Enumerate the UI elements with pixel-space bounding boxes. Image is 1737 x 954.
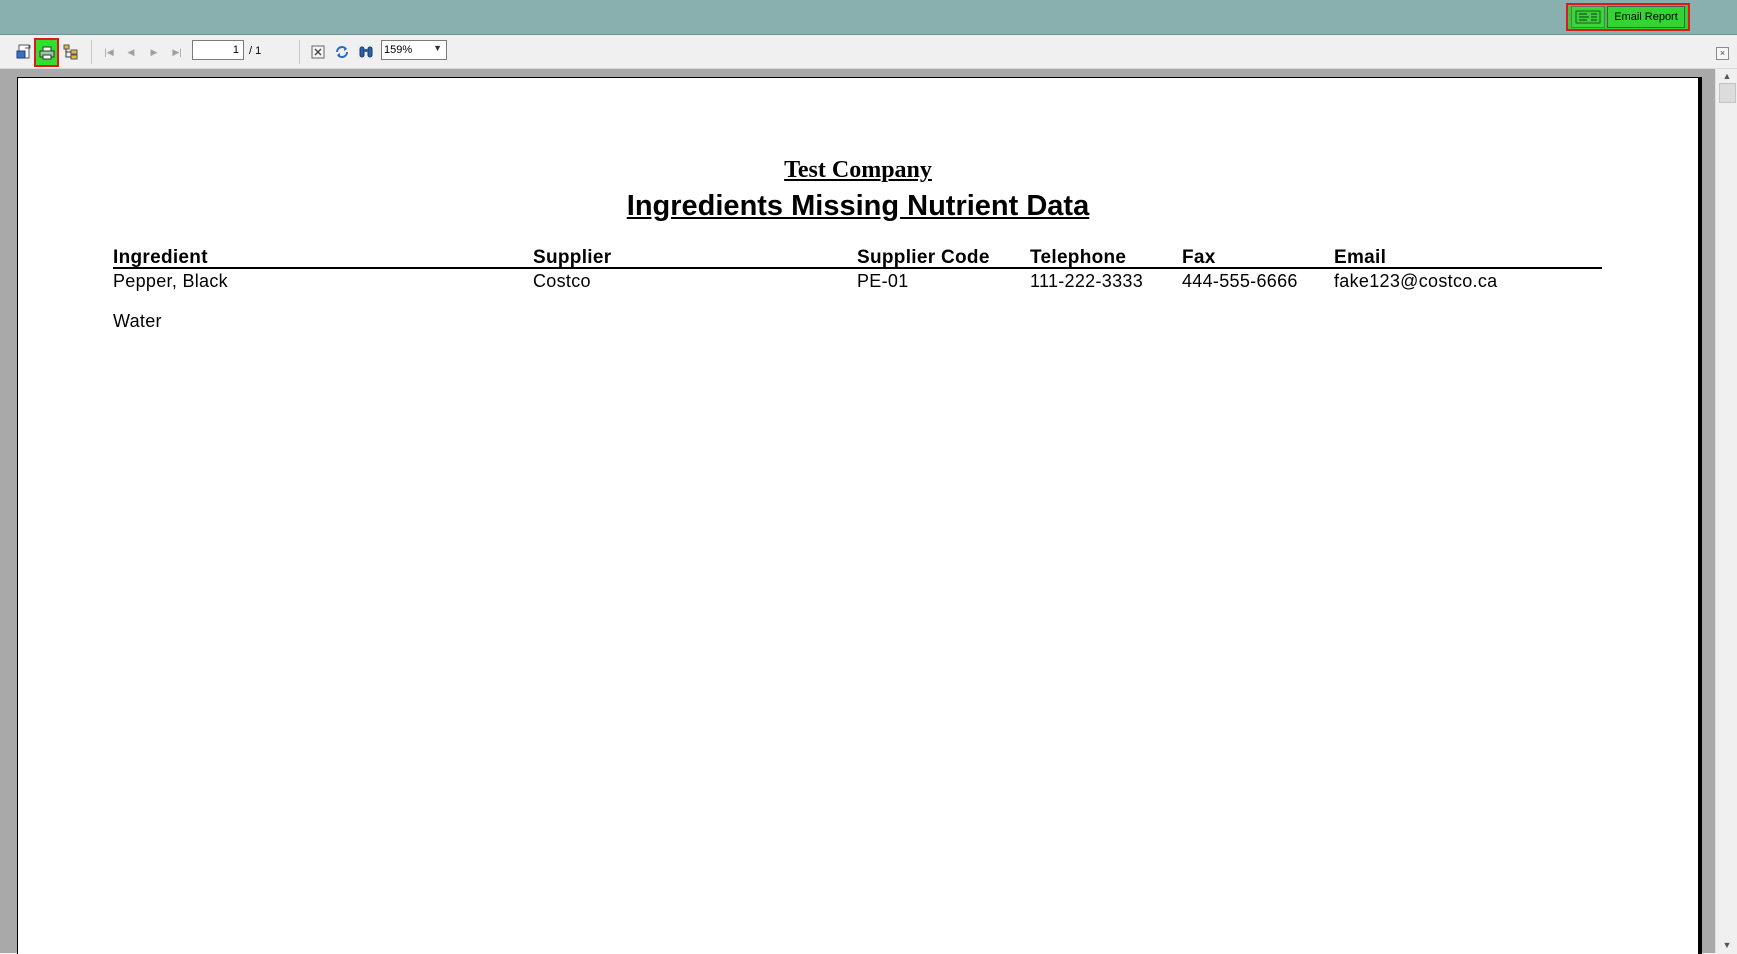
toolbar-separator (91, 40, 92, 64)
cell-ingredient: Water (113, 311, 162, 331)
column-header-email: Email (1334, 247, 1387, 268)
cell-supplier-code: PE-01 (857, 271, 909, 291)
zoom-select[interactable]: 159% ▼ (381, 40, 447, 60)
column-header-fax: Fax (1182, 247, 1216, 268)
report-viewer: Test Company Ingredients Missing Nutrien… (0, 69, 1715, 954)
scrollbar-thumb[interactable] (1719, 83, 1736, 103)
email-report-button[interactable]: Email Report (1607, 6, 1685, 28)
email-report-group: Email Report (1566, 3, 1690, 31)
binoculars-icon[interactable] (356, 42, 376, 62)
report-page: Test Company Ingredients Missing Nutrien… (17, 77, 1698, 954)
close-icon[interactable]: × (1716, 47, 1729, 60)
cell-fax: 444-555-6666 (1182, 271, 1298, 291)
company-name: Test Company (784, 157, 932, 183)
cell-ingredient: Pepper, Black (113, 271, 228, 291)
previous-page-icon[interactable]: ◀ (121, 42, 141, 62)
top-bar: Email Report (0, 0, 1737, 35)
scroll-down-icon[interactable]: ▼ (1720, 938, 1734, 952)
column-header-ingredient: Ingredient (113, 247, 208, 268)
email-icon[interactable] (1571, 6, 1605, 28)
print-icon[interactable] (34, 38, 59, 67)
cell-supplier: Costco (533, 271, 591, 291)
group-tree-icon[interactable] (61, 42, 81, 62)
vertical-scrollbar[interactable]: ▲ ▼ (1715, 69, 1737, 953)
report-toolbar: |◀ ◀ ▶ ▶| / 1 159% ▼ × (0, 35, 1737, 69)
first-page-icon[interactable]: |◀ (99, 42, 119, 62)
page-number-input[interactable] (192, 40, 244, 60)
column-header-supplier: Supplier (533, 247, 612, 268)
next-page-icon[interactable]: ▶ (144, 42, 164, 62)
chevron-down-icon: ▼ (433, 43, 442, 53)
column-header-supplier-code: Supplier Code (857, 247, 990, 268)
scroll-up-icon[interactable]: ▲ (1720, 69, 1734, 83)
refresh-icon[interactable] (332, 42, 352, 62)
cell-email: fake123@costco.ca (1334, 271, 1498, 291)
toolbar-separator (299, 40, 300, 64)
header-underline (113, 267, 1602, 269)
cell-telephone: 111-222-3333 (1030, 271, 1144, 291)
last-page-icon[interactable]: ▶| (167, 42, 187, 62)
export-icon[interactable] (14, 42, 34, 62)
stop-icon[interactable] (308, 42, 328, 62)
page-total-label: / 1 (249, 45, 262, 57)
zoom-value: 159% (384, 44, 413, 56)
report-title: Ingredients Missing Nutrient Data (626, 190, 1090, 222)
column-header-telephone: Telephone (1030, 247, 1127, 268)
